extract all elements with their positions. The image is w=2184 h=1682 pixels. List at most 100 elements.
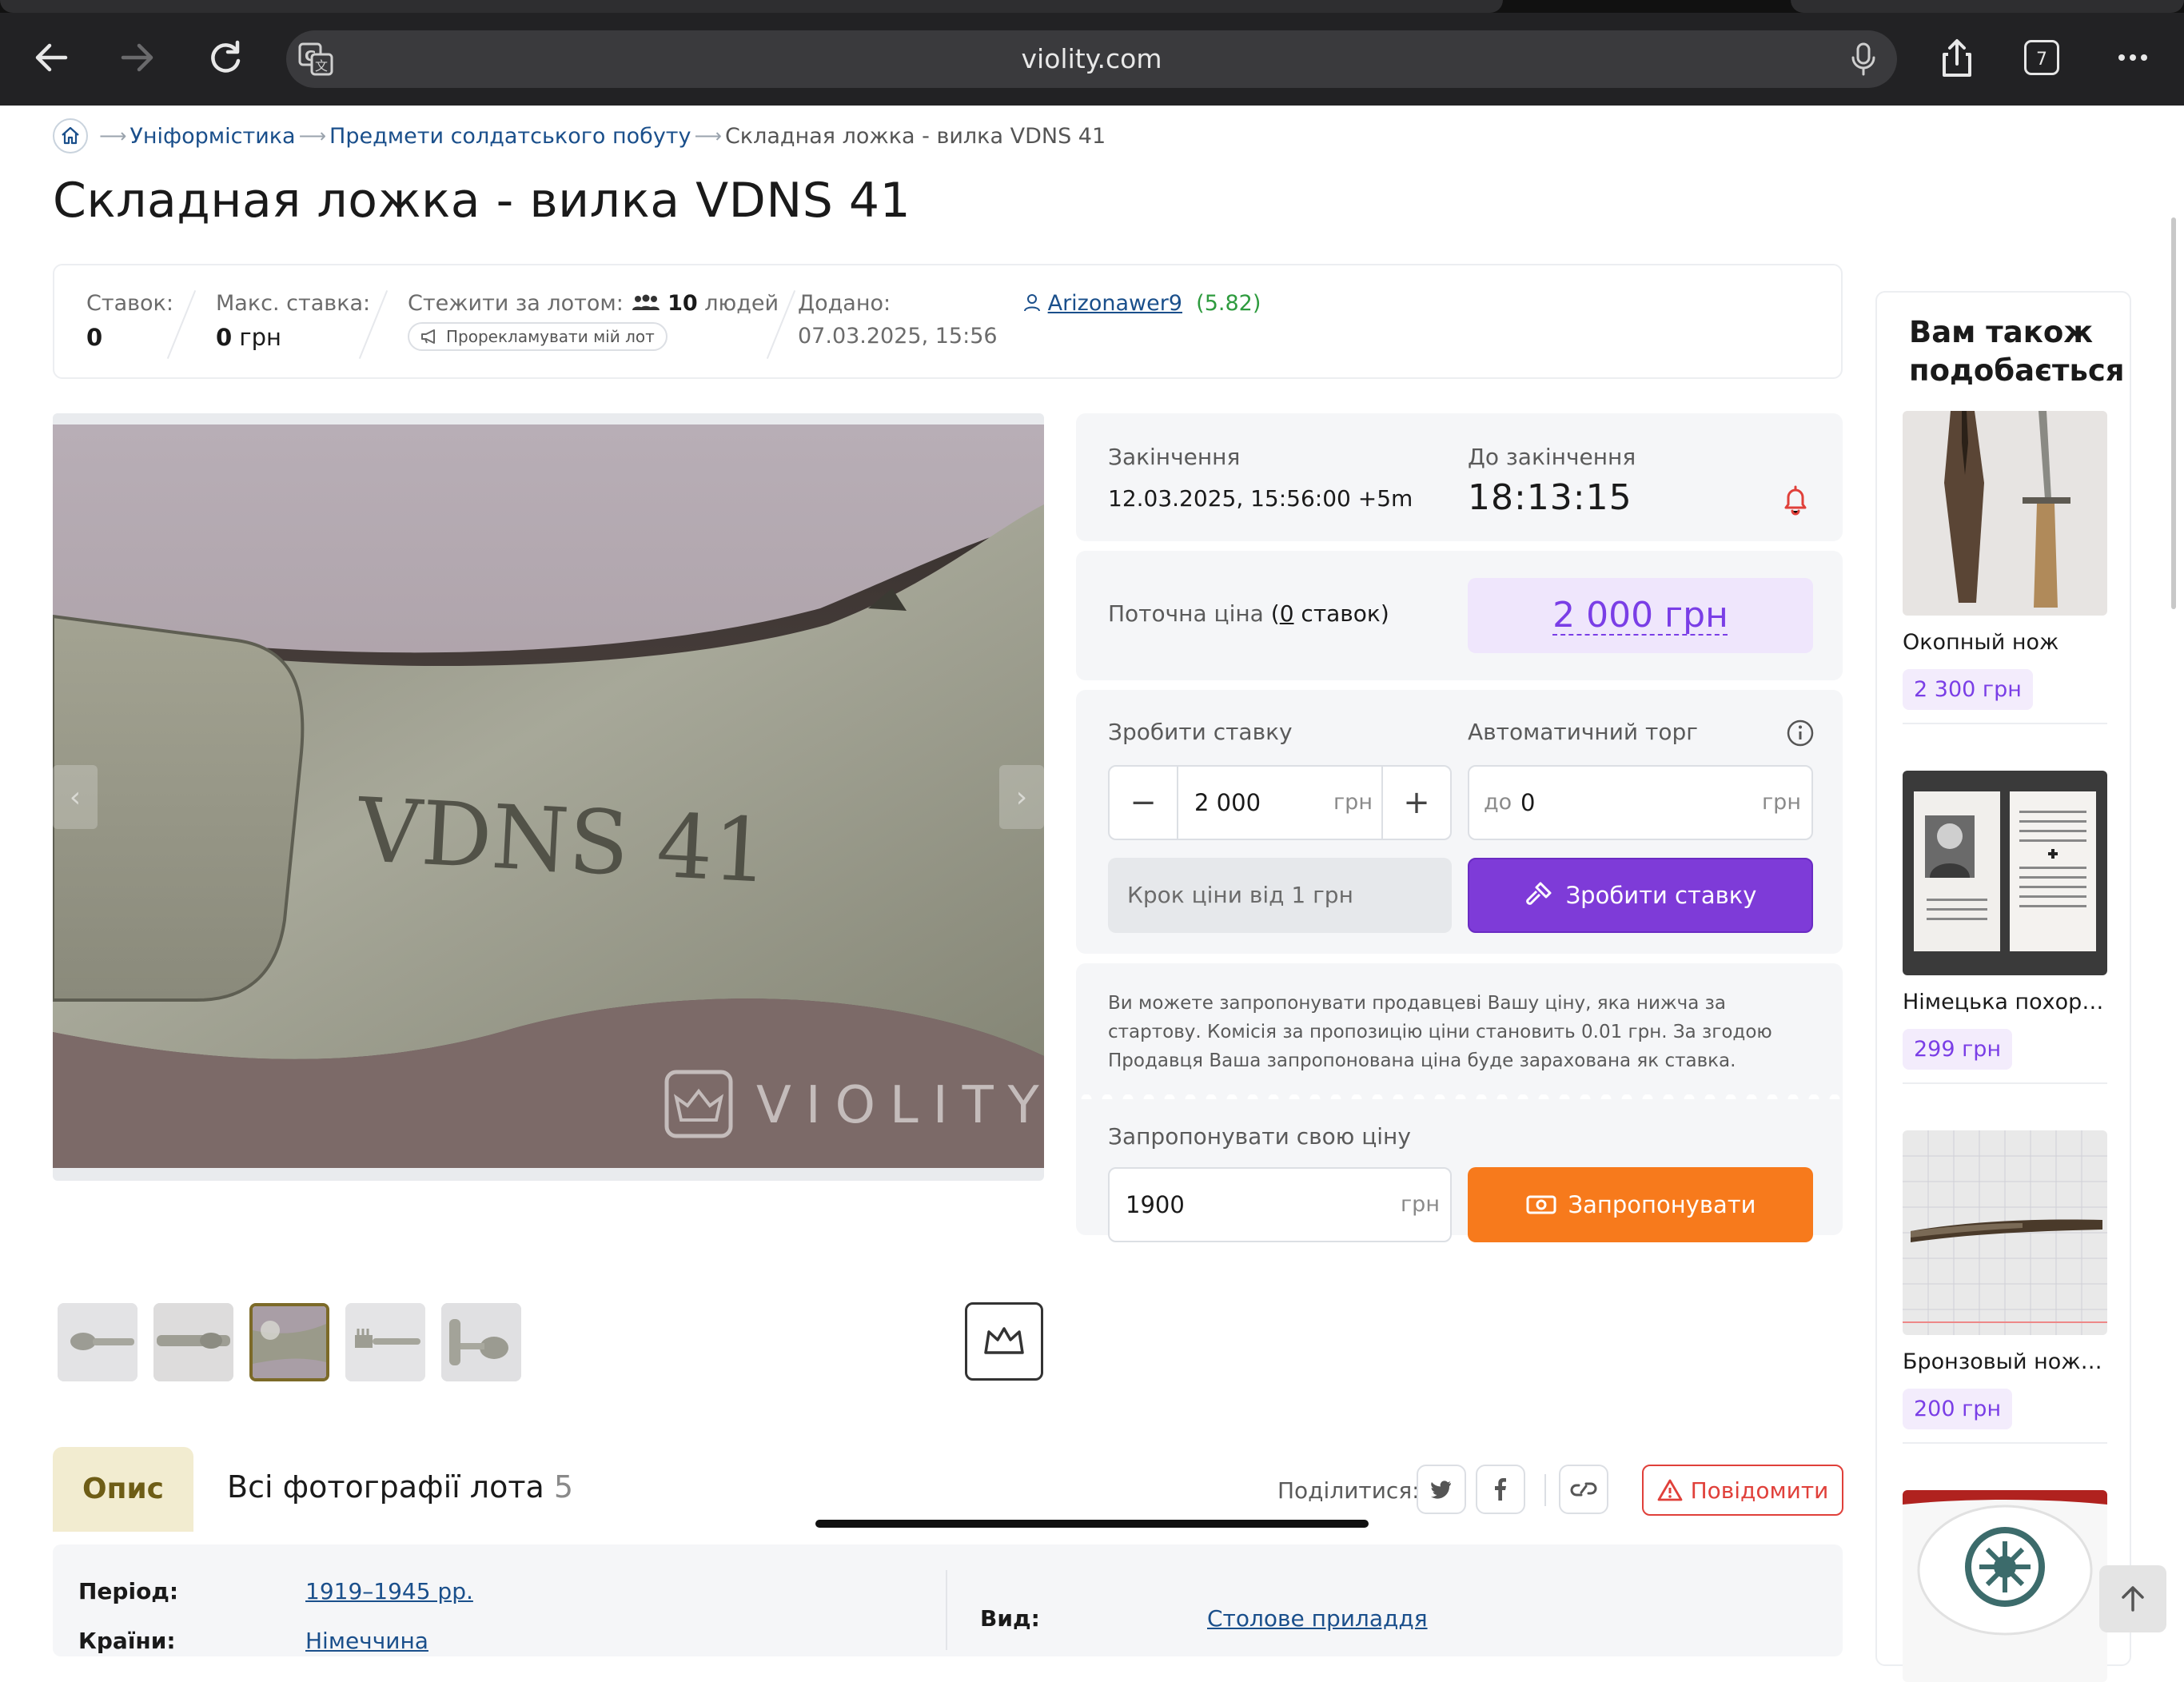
country-label: Країни:: [78, 1628, 176, 1654]
page-content: ⟶ Уніформістика ⟶ Предмети солдатського …: [0, 106, 2184, 1682]
address-bar[interactable]: G文 violity.com: [286, 30, 1897, 88]
microphone-icon[interactable]: [1847, 42, 1879, 77]
autobid-value[interactable]: 0: [1520, 767, 1535, 839]
item-name[interactable]: Німецька похоронка: [1903, 990, 2107, 1014]
offer-label: Запропонувати свою ціну: [1108, 1123, 1411, 1150]
breadcrumb-link-uniformistics[interactable]: Уніформістика: [130, 124, 295, 149]
share-icon[interactable]: [1933, 34, 1981, 82]
max-bid-unit: грн: [239, 324, 282, 351]
recommended-item[interactable]: Бронзовый ножик 200 грн: [1903, 1130, 2107, 1444]
breadcrumb-arrow-icon: ⟶: [99, 125, 127, 147]
promote-lot-label: Прорекламувати мій лот: [446, 327, 655, 346]
share-twitter-button[interactable]: [1417, 1465, 1466, 1514]
thumbnail-active[interactable]: [249, 1303, 329, 1381]
country-link[interactable]: Німеччина: [305, 1628, 428, 1654]
bids-count-link[interactable]: 0: [1280, 600, 1294, 627]
link-icon: [1570, 1482, 1597, 1497]
item-image[interactable]: [1903, 411, 2107, 616]
type-link[interactable]: Столове приладдя: [1207, 1605, 1428, 1632]
offer-price-value[interactable]: 1900: [1126, 1169, 1185, 1241]
watch-label: Стежити за лотом:: [408, 291, 624, 316]
thumbnail[interactable]: [153, 1303, 233, 1381]
item-name[interactable]: Бронзовый ножик: [1903, 1349, 2107, 1374]
item-image[interactable]: [1903, 771, 2107, 975]
info-icon[interactable]: [1786, 719, 1815, 747]
scroll-to-top-button[interactable]: [2099, 1565, 2166, 1632]
thumbnail-strip: [58, 1303, 521, 1381]
divider: [1903, 1082, 2107, 1084]
lot-stats-bar: Ставок: 0 Макс. ставка: 0 грн Стежити за…: [53, 264, 1843, 379]
collection-crown-button[interactable]: [965, 1302, 1043, 1381]
make-offer-button[interactable]: Запропонувати: [1468, 1167, 1813, 1242]
engraving-text: VDNS 41: [354, 779, 771, 903]
item-image[interactable]: [1903, 1130, 2107, 1335]
share-label: Поділитися:: [1277, 1477, 1420, 1504]
bell-icon[interactable]: [1779, 484, 1811, 517]
max-bid-label: Макс. ставка:: [216, 291, 371, 316]
seller-link[interactable]: Arizonawer9: [1048, 291, 1182, 316]
bids-word: ставок: [1301, 600, 1381, 627]
divider: [946, 1570, 947, 1650]
watch-count: 10: [668, 291, 698, 316]
recommended-item[interactable]: Німецька похоронка 299 грн: [1903, 771, 2107, 1084]
bid-panel: Зробити ставку Автоматичний торг − 2 000…: [1076, 690, 1843, 954]
item-name[interactable]: Окопный нож: [1903, 630, 2107, 655]
people-icon: [632, 294, 660, 310]
divider: [1903, 723, 2107, 724]
reload-icon[interactable]: [201, 34, 249, 82]
share-facebook-button[interactable]: [1476, 1465, 1525, 1514]
current-price-panel: Поточна ціна (0 ставок) 2 000 грн: [1076, 551, 1843, 680]
breadcrumb: ⟶ Уніформістика ⟶ Предмети солдатського …: [53, 117, 1106, 155]
home-icon[interactable]: [53, 118, 88, 153]
image-gallery: VDNS 41 VIOLITY ‹ ›: [53, 413, 1044, 1181]
tab-description[interactable]: Опис: [53, 1447, 193, 1532]
browser-tab[interactable]: [0, 0, 1503, 13]
arrow-up-icon: [2122, 1586, 2144, 1612]
browser-tab[interactable]: [1791, 0, 2184, 13]
thumbnail[interactable]: [441, 1303, 521, 1381]
offer-price-input[interactable]: 1900 грн: [1108, 1167, 1452, 1242]
main-lot-image[interactable]: VDNS 41 VIOLITY ‹ ›: [53, 413, 1044, 1181]
period-link[interactable]: 1919–1945 рр.: [305, 1578, 473, 1604]
period-label: Період:: [78, 1578, 179, 1604]
current-price-value: 2 000 грн: [1552, 595, 1728, 636]
tab-count-button[interactable]: 7: [2024, 40, 2059, 75]
place-bid-button[interactable]: Зробити ставку: [1468, 858, 1813, 933]
tab-all-photos[interactable]: Всі фотографії лота 5: [227, 1469, 573, 1505]
minus-icon: −: [1130, 784, 1157, 821]
crown-icon: [984, 1327, 1024, 1354]
minus-button[interactable]: −: [1110, 767, 1177, 839]
thumbnail[interactable]: [345, 1303, 425, 1381]
recommended-item[interactable]: Окопный нож 2 300 грн: [1903, 411, 2107, 724]
forward-icon[interactable]: [114, 34, 161, 82]
bid-unit: грн: [1333, 790, 1373, 815]
more-icon[interactable]: [2109, 34, 2157, 82]
promote-lot-button[interactable]: Прорекламувати мій лот: [408, 322, 668, 351]
bid-amount-stepper[interactable]: − 2 000 грн +: [1108, 765, 1452, 840]
item-price: 2 300 грн: [1903, 669, 2033, 710]
recommendations-sidebar: Вам також подобається Окопный нож 2 300 …: [1875, 291, 2131, 1682]
item-image[interactable]: [1903, 1490, 2107, 1682]
report-button[interactable]: Повідомити: [1642, 1465, 1843, 1516]
autobid-input[interactable]: до 0 грн: [1468, 765, 1813, 840]
bid-amount-value[interactable]: 2 000: [1194, 767, 1261, 839]
autobid-unit: грн: [1762, 790, 1801, 815]
page-scrollbar[interactable]: [2171, 217, 2176, 609]
autobid-prefix: до: [1484, 790, 1512, 815]
gallery-prev-button[interactable]: ‹: [53, 765, 98, 829]
breadcrumb-link-soldier-items[interactable]: Предмети солдатського побуту: [329, 124, 691, 149]
type-label: Вид:: [980, 1605, 1040, 1632]
chevron-right-icon: ›: [1015, 780, 1028, 814]
gallery-next-button[interactable]: ›: [999, 765, 1044, 829]
sidebar-title: Вам також подобається: [1909, 315, 2125, 388]
megaphone-icon: [421, 329, 435, 344]
plus-button[interactable]: +: [1383, 767, 1450, 839]
thumbnail[interactable]: [58, 1303, 137, 1381]
recommended-item[interactable]: [1903, 1490, 2107, 1682]
current-price-label-group: Поточна ціна (0 ставок): [1108, 600, 1389, 627]
copy-link-button[interactable]: [1559, 1465, 1608, 1514]
back-icon[interactable]: [27, 34, 75, 82]
end-label: Закінчення: [1108, 444, 1241, 470]
browser-toolbar: G文 violity.com 7: [0, 0, 2184, 106]
max-bid-value: 0: [216, 324, 233, 351]
